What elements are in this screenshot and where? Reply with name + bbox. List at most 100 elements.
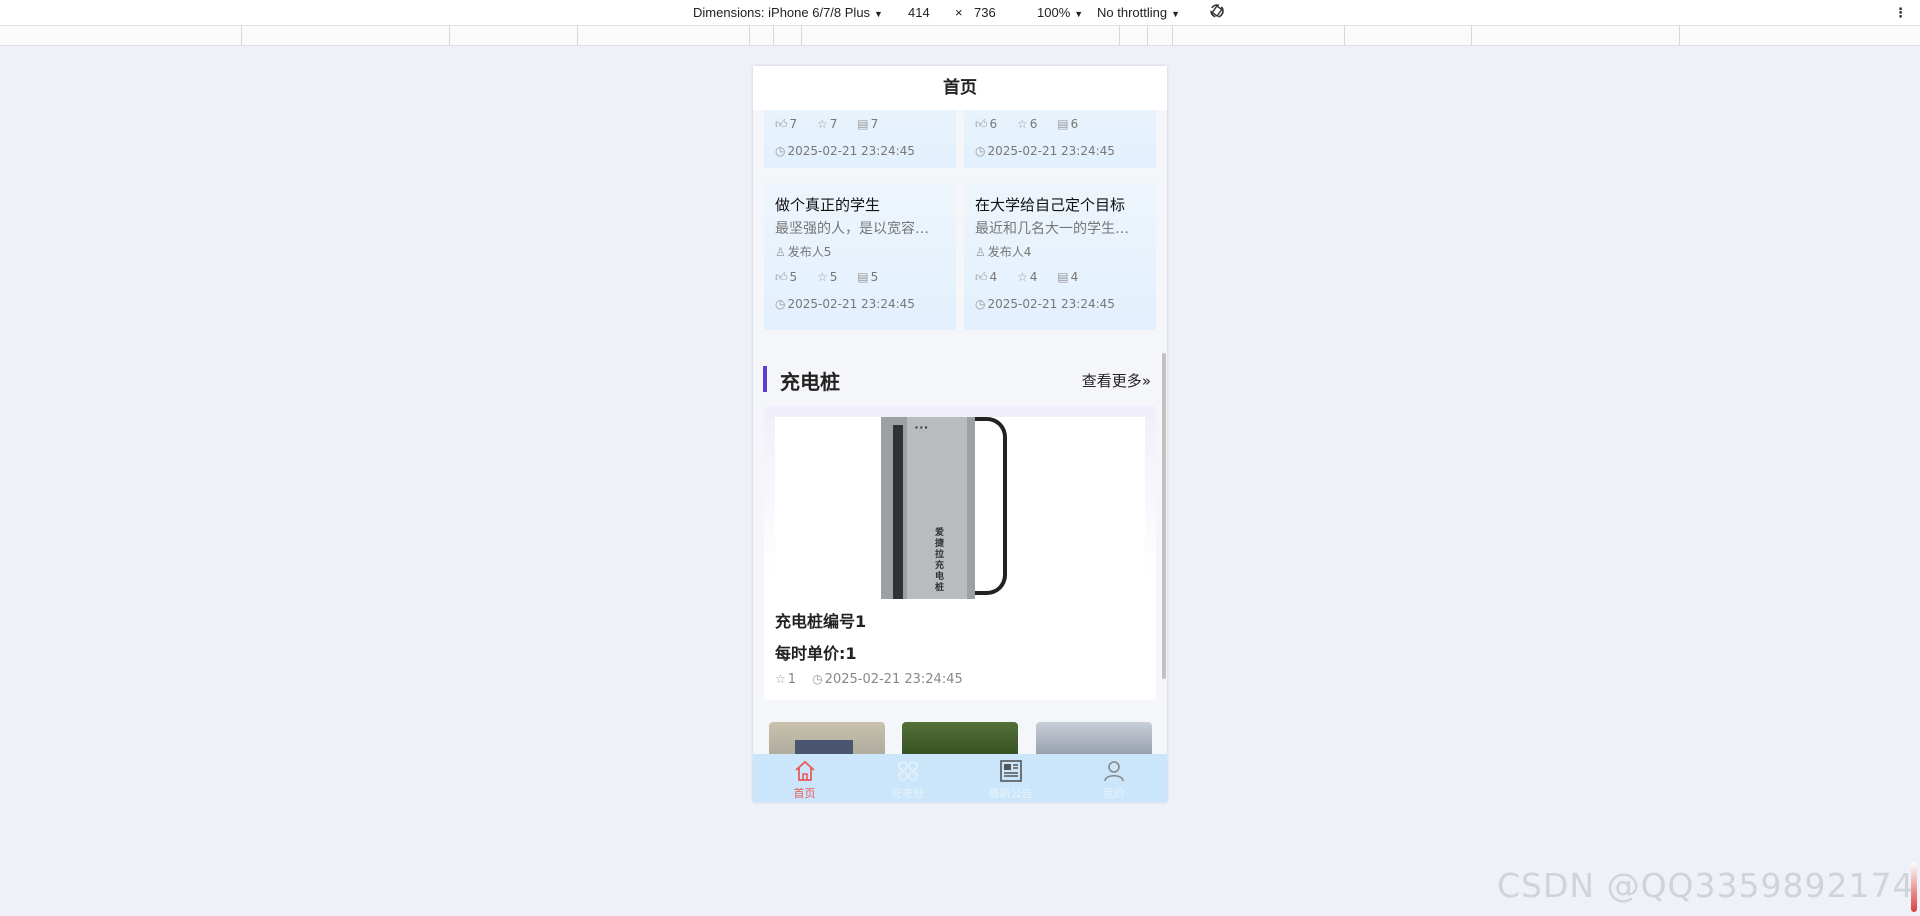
charger-image: ▪▪▪ 爱捷拉充电桩 (775, 417, 1145, 599)
home-icon (794, 760, 815, 781)
time-text: 2025-02-21 23:24:45 (787, 297, 915, 311)
comment-count: 5 (870, 270, 879, 284)
like-count: 5 (789, 270, 798, 284)
star-count: 6 (1029, 117, 1038, 131)
throttle-label: No throttling (1097, 5, 1168, 20)
double-chevron-right-icon: » (1141, 372, 1151, 390)
phone-viewport: 首页 👍︎ 7 ☆ 7 ▤ 7 ◷ 2025-02-21 23:24:45 👍︎ 6 ☆ 6… (753, 66, 1167, 802)
zoom-label: 100% (1037, 5, 1071, 20)
thumbnail-image[interactable] (1036, 722, 1152, 754)
publisher-text: 发布人4 (987, 245, 1032, 259)
home-scroll-area[interactable]: 👍︎ 7 ☆ 7 ▤ 7 ◷ 2025-02-21 23:24:45 👍︎ 6 ☆ 6 ▤ 6… (753, 110, 1167, 754)
time-text: 2025-02-21 23:24:45 (987, 297, 1115, 311)
width-input[interactable]: 414 (908, 5, 930, 20)
device-select[interactable]: Dimensions: iPhone 6/7/8 Plus ▼ (693, 5, 883, 20)
charger-price: 每时单价:1 (775, 644, 857, 663)
charger-illustration: ▪▪▪ 爱捷拉充电桩 (881, 417, 975, 599)
device-label: Dimensions: iPhone 6/7/8 Plus (693, 5, 871, 20)
comment-count: 4 (1070, 270, 1079, 284)
user-icon: ♙ (975, 245, 986, 259)
time-text: 2025-02-21 23:24:45 (987, 144, 1115, 158)
thumbnail-image[interactable] (769, 722, 885, 754)
dimension-separator: × (955, 5, 963, 20)
tab-label: 最新公告 (988, 787, 1033, 800)
tab-label: 我的 (1102, 787, 1125, 800)
thumb-up-icon: 👍︎ (975, 270, 988, 284)
card-stats: 👍︎ 6 ☆ 6 ▤ 6 (975, 117, 1078, 132)
like-count: 7 (789, 117, 798, 131)
card-time: ◷ 2025-02-21 23:24:45 (975, 144, 1115, 158)
card-time: ◷ 2025-02-21 23:24:45 (775, 144, 915, 158)
watermark: CSDN @QQ3359892174 (1497, 866, 1915, 905)
time-text: 2025-02-21 23:24:45 (824, 672, 963, 687)
comment-icon: ▤ (857, 117, 869, 131)
media-query-ruler (0, 26, 1920, 46)
thermometer-icon (1911, 862, 1917, 912)
star-icon: ☆ (1017, 270, 1028, 284)
card-publisher: ♙ 发布人4 (975, 243, 1031, 260)
user-icon (1103, 761, 1124, 782)
chevron-down-icon: ▼ (874, 9, 883, 19)
like-count: 4 (989, 270, 998, 284)
card-desc: 最近和几名大一的学生… (975, 221, 1129, 237)
star-icon: ☆ (1017, 117, 1028, 131)
card-desc: 最坚强的人，是以宽容… (775, 221, 929, 237)
charger-name: 充电桩编号1 (775, 612, 867, 631)
card-time: ◷ 2025-02-21 23:24:45 (775, 297, 915, 311)
tab-profile[interactable]: 我的 (1062, 754, 1165, 802)
card-publisher: ♙ 发布人5 (775, 243, 831, 260)
comment-count: 7 (870, 117, 879, 131)
star-count: 7 (829, 117, 838, 131)
list-item[interactable]: 做个真正的学生 最坚强的人，是以宽容… ♙ 发布人5 👍︎ 5 ☆ 5 ▤ 5 ◷ 202… (764, 182, 956, 330)
clock-icon: ◷ (775, 144, 786, 158)
star-icon: ☆ (817, 117, 828, 131)
scrollbar[interactable] (1162, 353, 1166, 679)
comment-icon: ▤ (1057, 117, 1069, 131)
chevron-down-icon: ▼ (1074, 9, 1084, 19)
charger-card[interactable]: ▪▪▪ 爱捷拉充电桩 充电桩编号1 每时单价:1 ☆ 1 ◷ 2025-02-21 … (764, 406, 1156, 700)
clock-icon: ◷ (812, 672, 823, 686)
grid-icon (897, 761, 918, 781)
charger-meta: ☆ 1 ◷ 2025-02-21 23:24:45 (775, 672, 963, 687)
comment-count: 6 (1070, 117, 1079, 131)
list-item[interactable]: 在大学给自己定个目标 最近和几名大一的学生… ♙ 发布人4 👍︎ 4 ☆ 4 ▤ 4 ◷… (964, 182, 1156, 330)
thumbnail-image[interactable] (902, 722, 1018, 754)
clock-icon: ◷ (975, 297, 986, 311)
card-title: 在大学给自己定个目标 (975, 196, 1126, 214)
card-stats: 👍︎ 7 ☆ 7 ▤ 7 (775, 117, 878, 132)
news-icon (999, 760, 1022, 782)
thumb-up-icon: 👍︎ (975, 117, 988, 131)
more-menu-icon[interactable]: ⋮ (1894, 5, 1907, 21)
star-icon: ☆ (817, 270, 828, 284)
comment-icon: ▤ (857, 270, 869, 284)
section-header: 充电桩 查看更多» (763, 362, 1157, 394)
chevron-down-icon: ▼ (1171, 9, 1181, 19)
zoom-select[interactable]: 100% ▼ (1037, 5, 1083, 20)
section-accent-bar (763, 366, 767, 392)
throttle-select[interactable]: No throttling ▼ (1097, 5, 1180, 20)
height-input[interactable]: 736 (974, 5, 996, 20)
list-item[interactable]: 👍︎ 7 ☆ 7 ▤ 7 ◷ 2025-02-21 23:24:45 (764, 110, 956, 168)
view-more-label: 查看更多 (1081, 372, 1142, 390)
tab-home[interactable]: 首页 (753, 754, 856, 802)
view-more-link[interactable]: 查看更多» (1082, 370, 1151, 391)
comment-icon: ▤ (1057, 270, 1069, 284)
like-count: 6 (989, 117, 998, 131)
star-count: 5 (829, 270, 838, 284)
star-count: 4 (1029, 270, 1038, 284)
thumb-up-icon: 👍︎ (775, 117, 788, 131)
star-count: 1 (787, 672, 797, 687)
clock-icon: ◷ (775, 297, 786, 311)
thumb-up-icon: 👍︎ (775, 270, 788, 284)
card-stats: 👍︎ 5 ☆ 5 ▤ 5 (775, 270, 878, 285)
tab-news[interactable]: 最新公告 (959, 754, 1062, 802)
tab-charger[interactable]: 充电桩 (856, 754, 959, 802)
section-title: 充电桩 (780, 370, 840, 394)
list-item[interactable]: 👍︎ 6 ☆ 6 ▤ 6 ◷ 2025-02-21 23:24:45 (964, 110, 1156, 168)
charger-image-text: 爱捷拉充电桩 (935, 527, 945, 592)
rotate-icon[interactable] (1208, 2, 1226, 23)
time-text: 2025-02-21 23:24:45 (787, 144, 915, 158)
bottom-tab-bar: 首页 充电桩 最新公告 我的 (753, 754, 1167, 802)
card-stats: 👍︎ 4 ☆ 4 ▤ 4 (975, 270, 1078, 285)
star-icon: ☆ (775, 672, 786, 686)
